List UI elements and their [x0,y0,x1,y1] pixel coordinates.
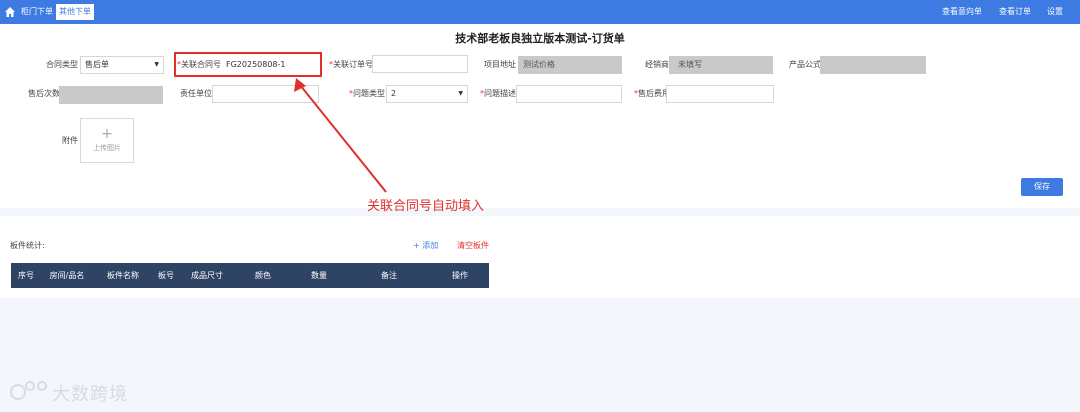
page-title: 技术部老板良独立版本测试-订货单 [455,32,625,45]
column-header: 数量 [311,271,327,280]
issue-desc-label: *问题描述 [480,89,516,98]
chevron-down-icon: ▼ [154,61,159,68]
column-header: 序号 [18,271,34,280]
column-header: 备注 [381,271,397,280]
annotation-text: 关联合同号自动填入 [367,199,485,214]
column-header: 颜色 [255,271,271,280]
contract-type-select[interactable]: 售后单 ▼ [80,56,164,74]
project-address-label: 项目地址 [484,60,516,69]
linked-order-label: *关联订单号 [329,60,373,69]
column-header: 板件名称 [107,271,139,280]
project-address-field: 测试价格 [518,56,622,74]
tab-other-order[interactable]: 其他下单 [56,4,94,20]
attachment-label: 附件 [62,136,78,145]
link-view-intent-orders[interactable]: 查看意向单 [942,6,982,18]
clear-parts-button[interactable]: 清空板件 [457,240,489,251]
upload-image-button[interactable]: + 上传图片 [80,118,134,163]
watermark-text: 大数跨境 [52,384,128,405]
linked-order-input[interactable] [372,55,468,73]
dealer-label: 经销商 [645,60,669,69]
aftersale-fee-label: *售后费用 [634,89,670,98]
annotation-highlight-box [174,52,322,77]
link-view-orders[interactable]: 查看订单 [999,6,1031,18]
issue-type-value: 2 [391,89,397,98]
save-button[interactable]: 保存 [1021,178,1063,196]
issue-desc-input[interactable] [516,85,622,103]
aftersale-count-field [59,86,163,104]
home-icon[interactable] [4,6,16,18]
aftersale-count-label: 售后次数 [28,89,60,98]
column-header: 操作 [452,271,468,280]
link-settings[interactable]: 设置 [1047,6,1063,18]
tab-cabinet-door-order[interactable]: 柜门下单 [18,4,56,20]
responsible-unit-label: 责任单位 [180,89,212,98]
add-part-button[interactable]: + 添加 [413,240,438,251]
column-header: 成品尺寸 [191,271,223,280]
chevron-down-icon: ▼ [458,90,463,97]
column-header: 房间/品名 [49,271,85,280]
upload-image-label: 上传图片 [93,144,121,152]
parts-stats-label: 板件统计: [10,241,45,250]
column-header: 板号 [158,271,174,280]
aftersale-fee-input[interactable] [666,85,774,103]
plus-icon: + [101,126,113,142]
issue-type-select[interactable]: 2 ▼ [386,85,468,103]
parts-table-header: 序号 房间/品名 板件名称 板号 成品尺寸 颜色 数量 备注 操作 [11,263,489,288]
dealer-field: 未填写 [669,56,773,74]
contract-type-value: 售后单 [85,60,109,69]
order-form-panel [0,24,1080,208]
issue-type-label: *问题类型 [349,89,385,98]
top-nav-bar: 柜门下单 其他下单 查看意向单 查看订单 设置 [0,0,1080,24]
product-formula-label: 产品公式 [789,60,821,69]
responsible-unit-input[interactable] [212,85,319,103]
contract-type-label: 合同类型 [46,60,78,69]
product-formula-field [820,56,926,74]
